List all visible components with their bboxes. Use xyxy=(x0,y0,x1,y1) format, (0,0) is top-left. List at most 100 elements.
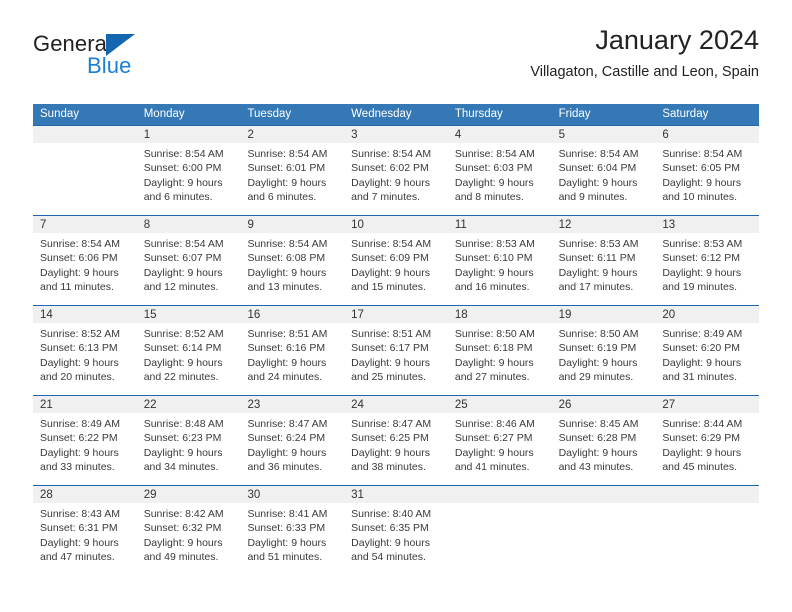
day-cell[interactable]: 9 Sunrise: 8:54 AM Sunset: 6:08 PM Daylight… xyxy=(240,216,345,305)
day-cell[interactable]: 3 Sunrise: 8:54 AM Sunset: 6:02 PM Daylight… xyxy=(344,126,448,215)
week-row: 28 Sunrise: 8:43 AM Sunset: 6:31 PM Dayligh… xyxy=(33,485,760,575)
day-number: 21 xyxy=(33,396,137,413)
day-detail-line: Sunset: 6:18 PM xyxy=(454,342,533,355)
day-number: 13 xyxy=(655,216,760,233)
day-detail-line: Sunrise: 8:48 AM xyxy=(143,418,224,430)
day-detail-line: and 36 minutes. xyxy=(247,461,323,474)
day-details xyxy=(33,143,137,147)
day-detail-line: Daylight: 9 hours xyxy=(662,266,742,279)
day-detail-line: and 31 minutes. xyxy=(662,371,738,384)
day-detail-line: and 29 minutes. xyxy=(558,371,634,384)
day-detail-line: Sunrise: 8:42 AM xyxy=(143,508,224,520)
day-number: 20 xyxy=(655,306,760,323)
day-detail-line: and 12 minutes. xyxy=(143,281,219,294)
day-detail-line: Sunset: 6:33 PM xyxy=(247,522,326,535)
day-cell[interactable]: 17 Sunrise: 8:51 AM Sunset: 6:17 PM Dayligh… xyxy=(344,306,448,395)
day-cell[interactable]: 30 Sunrise: 8:41 AM Sunset: 6:33 PM Dayligh… xyxy=(240,486,345,575)
day-cell[interactable]: 15 Sunrise: 8:52 AM Sunset: 6:14 PM Dayligh… xyxy=(136,306,241,395)
day-detail-line: Sunrise: 8:40 AM xyxy=(351,508,432,520)
day-detail-line: Sunrise: 8:44 AM xyxy=(662,418,743,430)
day-detail-line: Sunset: 6:35 PM xyxy=(351,522,429,535)
day-cell[interactable]: 24 Sunrise: 8:47 AM Sunset: 6:25 PM Dayligh… xyxy=(344,396,448,485)
day-detail-line: Daylight: 9 hours xyxy=(247,176,327,189)
day-detail-line: Daylight: 9 hours xyxy=(558,176,638,189)
day-cell[interactable]: 10 Sunrise: 8:54 AM Sunset: 6:09 PM Dayligh… xyxy=(344,216,448,305)
day-details xyxy=(552,503,656,507)
day-detail-line: Sunset: 6:20 PM xyxy=(662,342,740,355)
day-cell[interactable]: 14 Sunrise: 8:52 AM Sunset: 6:13 PM Dayligh… xyxy=(33,306,137,395)
day-cell[interactable]: 18 Sunrise: 8:50 AM Sunset: 6:18 PM Dayligh… xyxy=(447,306,552,395)
calendar-grid: Sunday Monday Tuesday Wednesday Thursday… xyxy=(33,104,760,575)
day-details: Sunrise: 8:54 AM Sunset: 6:07 PM Daylight:… xyxy=(137,233,241,295)
day-cell[interactable]: 27 Sunrise: 8:44 AM Sunset: 6:29 PM Dayligh… xyxy=(655,396,760,485)
weekday-header-sunday: Sunday xyxy=(40,108,80,120)
calendar-page: General Blue January 2024 Villagaton, Ca… xyxy=(0,0,792,612)
day-detail-line: Daylight: 9 hours xyxy=(454,176,534,189)
day-cell[interactable]: 2 Sunrise: 8:54 AM Sunset: 6:01 PM Daylight… xyxy=(240,126,345,215)
day-detail-line: Daylight: 9 hours xyxy=(40,266,119,279)
day-detail-line: Sunrise: 8:45 AM xyxy=(558,418,639,430)
day-cell[interactable]: 1 Sunrise: 8:54 AM Sunset: 6:00 PM Daylight… xyxy=(136,126,241,215)
day-detail-line: Sunrise: 8:54 AM xyxy=(351,148,432,160)
day-cell[interactable]: 5 Sunrise: 8:54 AM Sunset: 6:04 PM Daylight… xyxy=(551,126,656,215)
day-detail-line: Daylight: 9 hours xyxy=(558,446,638,459)
day-cell[interactable]: 19 Sunrise: 8:50 AM Sunset: 6:19 PM Dayligh… xyxy=(551,306,656,395)
day-detail-line: Sunset: 6:03 PM xyxy=(454,162,533,175)
day-detail-line: Daylight: 9 hours xyxy=(40,356,119,369)
day-detail-line: Sunrise: 8:54 AM xyxy=(143,238,224,250)
day-detail-line: and 33 minutes. xyxy=(40,461,115,474)
day-detail-line: Daylight: 9 hours xyxy=(40,536,119,549)
day-detail-line: Sunrise: 8:51 AM xyxy=(351,328,432,340)
day-detail-line: and 20 minutes. xyxy=(40,371,115,384)
day-cell[interactable]: 25 Sunrise: 8:46 AM Sunset: 6:27 PM Dayligh… xyxy=(447,396,552,485)
day-detail-line: Sunset: 6:07 PM xyxy=(143,252,222,265)
day-number: 19 xyxy=(551,306,656,323)
day-detail-line: Sunrise: 8:52 AM xyxy=(143,328,224,340)
day-cell[interactable]: 22 Sunrise: 8:48 AM Sunset: 6:23 PM Dayligh… xyxy=(136,396,241,485)
day-cell[interactable]: 28 Sunrise: 8:43 AM Sunset: 6:31 PM Dayligh… xyxy=(33,486,137,575)
day-details: Sunrise: 8:54 AM Sunset: 6:05 PM Daylight:… xyxy=(655,143,759,205)
day-detail-line: Sunset: 6:11 PM xyxy=(558,252,636,265)
day-detail-line: and 45 minutes. xyxy=(662,461,738,474)
day-cell[interactable]: 7 Sunrise: 8:54 AM Sunset: 6:06 PM Daylight… xyxy=(33,216,137,305)
day-detail-line: Daylight: 9 hours xyxy=(143,266,223,279)
brand-logo[interactable]: General Blue xyxy=(33,32,213,84)
day-number: 25 xyxy=(447,396,552,413)
day-details: Sunrise: 8:48 AM Sunset: 6:23 PM Daylight:… xyxy=(137,413,241,475)
day-detail-line: Sunset: 6:19 PM xyxy=(558,342,637,355)
day-detail-line: Sunrise: 8:46 AM xyxy=(454,418,535,430)
day-details: Sunrise: 8:45 AM Sunset: 6:28 PM Daylight:… xyxy=(552,413,656,475)
weekday-header-row: Sunday Monday Tuesday Wednesday Thursday… xyxy=(33,104,759,125)
day-detail-line: Daylight: 9 hours xyxy=(143,176,223,189)
day-cell[interactable]: 8 Sunrise: 8:54 AM Sunset: 6:07 PM Daylight… xyxy=(136,216,241,305)
day-detail-line: Daylight: 9 hours xyxy=(143,446,223,459)
day-cell[interactable]: 4 Sunrise: 8:54 AM Sunset: 6:03 PM Daylight… xyxy=(447,126,552,215)
day-cell[interactable]: 26 Sunrise: 8:45 AM Sunset: 6:28 PM Dayligh… xyxy=(551,396,656,485)
day-details: Sunrise: 8:54 AM Sunset: 6:06 PM Daylight:… xyxy=(33,233,137,295)
day-details: Sunrise: 8:54 AM Sunset: 6:04 PM Daylight:… xyxy=(552,143,656,205)
day-details: Sunrise: 8:53 AM Sunset: 6:10 PM Daylight:… xyxy=(448,233,552,295)
day-detail-line: Sunset: 6:17 PM xyxy=(351,342,429,355)
day-detail-line: and 11 minutes. xyxy=(40,281,114,294)
day-cell[interactable]: 13 Sunrise: 8:53 AM Sunset: 6:12 PM Dayligh… xyxy=(655,216,760,305)
day-cell[interactable]: 31 Sunrise: 8:40 AM Sunset: 6:35 PM Dayligh… xyxy=(344,486,448,575)
day-details: Sunrise: 8:50 AM Sunset: 6:19 PM Daylight:… xyxy=(552,323,656,385)
day-cell[interactable]: 16 Sunrise: 8:51 AM Sunset: 6:16 PM Dayligh… xyxy=(240,306,345,395)
day-number: 17 xyxy=(344,306,448,323)
day-detail-line: Sunset: 6:06 PM xyxy=(40,252,118,265)
day-cell[interactable]: 12 Sunrise: 8:53 AM Sunset: 6:11 PM Dayligh… xyxy=(551,216,656,305)
day-cell[interactable]: 20 Sunrise: 8:49 AM Sunset: 6:20 PM Dayligh… xyxy=(655,306,760,395)
day-cell[interactable]: 23 Sunrise: 8:47 AM Sunset: 6:24 PM Dayligh… xyxy=(240,396,345,485)
day-detail-line: Sunset: 6:27 PM xyxy=(454,432,533,445)
day-detail-line: and 38 minutes. xyxy=(351,461,426,474)
brand-name-blue: Blue xyxy=(87,53,132,78)
day-cell[interactable]: 29 Sunrise: 8:42 AM Sunset: 6:32 PM Dayligh… xyxy=(136,486,241,575)
day-cell[interactable]: 11 Sunrise: 8:53 AM Sunset: 6:10 PM Dayligh… xyxy=(447,216,552,305)
day-detail-line: Sunrise: 8:49 AM xyxy=(40,418,120,430)
day-number: 26 xyxy=(551,396,656,413)
day-cell[interactable]: 6 Sunrise: 8:54 AM Sunset: 6:05 PM Daylight… xyxy=(655,126,760,215)
day-number: 29 xyxy=(136,486,241,503)
day-number: 10 xyxy=(344,216,448,233)
day-cell[interactable]: 21 Sunrise: 8:49 AM Sunset: 6:22 PM Dayligh… xyxy=(33,396,137,485)
day-detail-line: Sunrise: 8:43 AM xyxy=(40,508,120,520)
